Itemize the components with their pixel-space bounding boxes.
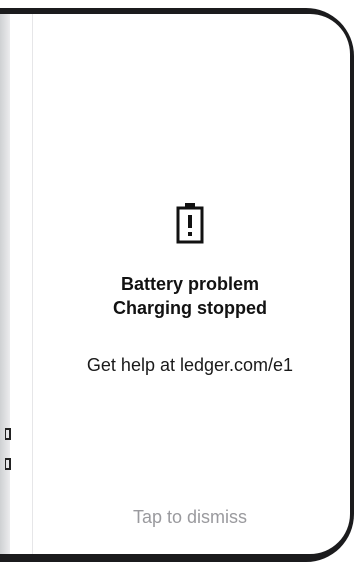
alert-title-line2: Charging stopped xyxy=(113,298,267,318)
battery-alert-dialog[interactable]: Battery problem Charging stopped Get hel… xyxy=(32,14,348,554)
screen-left-gutter xyxy=(10,14,33,554)
tap-to-dismiss-button[interactable]: Tap to dismiss xyxy=(32,506,348,528)
alert-title-line1: Battery problem xyxy=(120,274,260,294)
help-link-text: Get help at ledger.com/e1 xyxy=(86,355,294,375)
side-panel-edge xyxy=(0,14,10,554)
edge-glyph-icon xyxy=(5,458,11,470)
edge-glyph-icon xyxy=(5,428,11,440)
device-frame: Battery problem Charging stopped Get hel… xyxy=(0,0,354,562)
battery-warning-icon xyxy=(176,203,204,244)
